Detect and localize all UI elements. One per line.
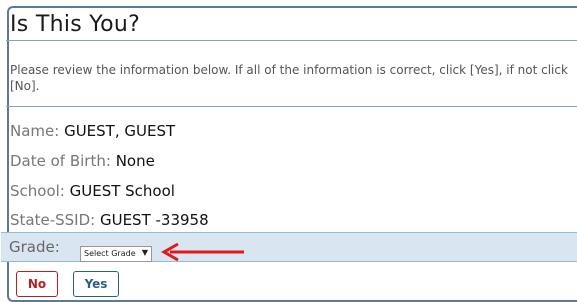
school-value: GUEST School <box>69 182 175 200</box>
name-value: GUEST, GUEST <box>64 122 176 140</box>
dob-value: None <box>115 152 155 170</box>
name-label: Name: <box>10 122 65 140</box>
grade-select[interactable]: Select Grade ▼ <box>80 246 152 262</box>
dob-row: Date of Birth: None <box>10 152 155 170</box>
instructions-text: Please review the information below. If … <box>10 63 568 93</box>
ssid-label: State-SSID: <box>10 211 100 229</box>
school-label: School: <box>10 182 70 200</box>
no-button[interactable]: No <box>16 271 58 297</box>
school-row: School: GUEST School <box>10 182 175 200</box>
red-arrow-icon <box>160 242 244 262</box>
ssid-row: State-SSID: GUEST -33958 <box>10 211 209 229</box>
chevron-down-icon: ▼ <box>141 248 148 257</box>
instructions-divider <box>6 106 577 107</box>
grade-select-value: Select Grade <box>84 249 136 258</box>
name-row: Name: GUEST, GUEST <box>10 122 175 140</box>
title-divider <box>6 40 577 41</box>
ssid-value: GUEST -33958 <box>99 211 209 229</box>
yes-button[interactable]: Yes <box>73 271 119 297</box>
page-title: Is This You? <box>10 12 141 37</box>
dob-label: Date of Birth: <box>10 152 116 170</box>
grade-label: Grade: <box>9 238 60 256</box>
